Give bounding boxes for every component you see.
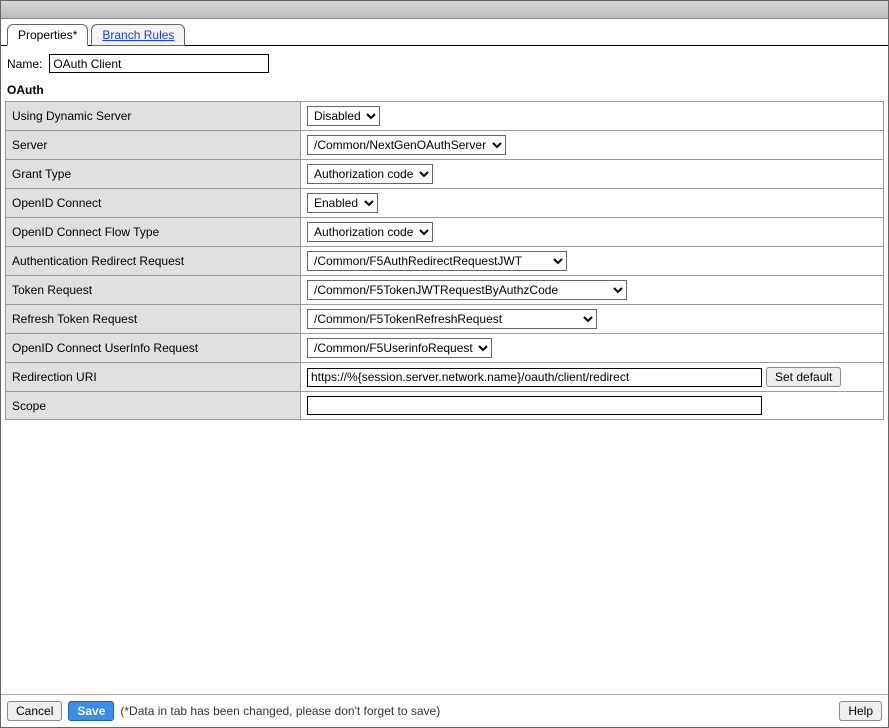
name-input[interactable] (49, 54, 269, 73)
row-token-request: Token Request /Common/F5TokenJWTRequestB… (6, 276, 884, 305)
row-openid-userinfo-request: OpenID Connect UserInfo Request /Common/… (6, 334, 884, 363)
tab-properties-label: Properties* (18, 28, 77, 42)
footer-note: (*Data in tab has been changed, please d… (120, 704, 440, 718)
select-openid-userinfo-request[interactable]: /Common/F5UserinfoRequest (307, 338, 492, 358)
tab-properties[interactable]: Properties* (7, 24, 88, 46)
row-openid-flow-type: OpenID Connect Flow Type Authorization c… (6, 218, 884, 247)
label-openid-flow-type: OpenID Connect Flow Type (6, 218, 301, 247)
label-token-request: Token Request (6, 276, 301, 305)
row-grant-type: Grant Type Authorization code (6, 160, 884, 189)
tab-branch-rules[interactable]: Branch Rules (91, 24, 185, 46)
window-titlebar (1, 1, 888, 19)
label-openid-connect: OpenID Connect (6, 189, 301, 218)
select-token-request[interactable]: /Common/F5TokenJWTRequestByAuthzCode (307, 280, 627, 300)
row-using-dynamic-server: Using Dynamic Server Disabled (6, 102, 884, 131)
row-openid-connect: OpenID Connect Enabled (6, 189, 884, 218)
input-redirection-uri[interactable] (307, 368, 762, 387)
name-label: Name: (7, 57, 42, 71)
select-grant-type[interactable]: Authorization code (307, 164, 433, 184)
row-redirection-uri: Redirection URI Set default (6, 363, 884, 392)
save-button[interactable]: Save (68, 701, 114, 721)
select-openid-flow-type[interactable]: Authorization code (307, 222, 433, 242)
label-auth-redirect-request: Authentication Redirect Request (6, 247, 301, 276)
tab-branch-rules-label: Branch Rules (102, 28, 174, 42)
label-using-dynamic-server: Using Dynamic Server (6, 102, 301, 131)
label-openid-userinfo-request: OpenID Connect UserInfo Request (6, 334, 301, 363)
select-auth-redirect-request[interactable]: /Common/F5AuthRedirectRequestJWT (307, 251, 567, 271)
cancel-button[interactable]: Cancel (7, 701, 62, 721)
input-scope[interactable] (307, 396, 762, 415)
select-server[interactable]: /Common/NextGenOAuthServer (307, 135, 506, 155)
select-refresh-token-request[interactable]: /Common/F5TokenRefreshRequest (307, 309, 597, 329)
label-redirection-uri: Redirection URI (6, 363, 301, 392)
row-refresh-token-request: Refresh Token Request /Common/F5TokenRef… (6, 305, 884, 334)
label-refresh-token-request: Refresh Token Request (6, 305, 301, 334)
tabs-row: Properties* Branch Rules (1, 19, 888, 46)
label-server: Server (6, 131, 301, 160)
row-server: Server /Common/NextGenOAuthServer (6, 131, 884, 160)
footer-bar: Cancel Save (*Data in tab has been chang… (1, 694, 888, 727)
row-scope: Scope (6, 392, 884, 420)
label-scope: Scope (6, 392, 301, 420)
name-row: Name: (1, 46, 888, 79)
set-default-button[interactable]: Set default (766, 367, 841, 387)
row-auth-redirect-request: Authentication Redirect Request /Common/… (6, 247, 884, 276)
help-button[interactable]: Help (839, 701, 882, 721)
section-header-oauth: OAuth (1, 79, 888, 101)
select-using-dynamic-server[interactable]: Disabled (307, 106, 380, 126)
oauth-form-table: Using Dynamic Server Disabled Server /Co… (5, 101, 884, 420)
label-grant-type: Grant Type (6, 160, 301, 189)
content-area: Properties* Branch Rules Name: OAuth Usi… (1, 19, 888, 694)
select-openid-connect[interactable]: Enabled (307, 193, 378, 213)
